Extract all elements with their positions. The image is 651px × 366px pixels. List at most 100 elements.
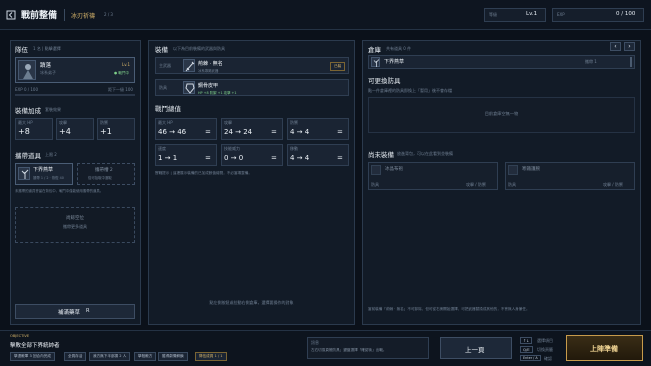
- mode-name: 冰刃祈禱: [71, 13, 96, 20]
- objective-progress-chip: 隊伍成員 1 / 1: [195, 352, 227, 361]
- storage-title: 倉庫: [368, 46, 381, 54]
- objective-chip: 我方無下半部損 2 人: [89, 352, 131, 361]
- exp-bar: [15, 94, 135, 96]
- pickup-title: 可更換防具: [368, 77, 401, 85]
- slot2-name: 攜帶槽 2: [95, 168, 113, 173]
- member-exp-next: 距下一級 100: [108, 87, 133, 92]
- battle-stat-label: 速度: [158, 146, 166, 151]
- key-hint-1: ↑↓: [520, 337, 533, 344]
- equip-subtitle: 以下為目前裝備的武器與防具: [173, 46, 225, 51]
- carry-title: 攜帶道具: [15, 152, 41, 160]
- title-divider: [64, 9, 65, 21]
- battle-stat-equal: =: [205, 154, 211, 162]
- armor-name: 鋼骨皮甲: [198, 83, 219, 89]
- storage-prev-button[interactable]: ‹: [610, 42, 621, 51]
- storage-subtitle: 共有道具 0 件: [386, 46, 412, 51]
- battle-tip: 實戰提示 | 這裡展示裝備的已加成數值總覽，不必當場整備。: [155, 171, 252, 175]
- unequip-item-meta-right: 攻擊 / 防禦: [466, 182, 486, 187]
- objective-text: 擊敗全部下界統帥者: [10, 343, 60, 349]
- battle-stat-equal: =: [337, 154, 343, 162]
- sword-icon: [183, 59, 195, 72]
- unequip-title: 尚未裝備: [368, 151, 394, 159]
- battle-stat-label: 攻擊: [224, 120, 232, 125]
- slot1-meta: 攜帶 1 / 2 · 恢復 40: [33, 176, 64, 180]
- armor-icon: [183, 81, 195, 94]
- herb-icon: [18, 167, 30, 180]
- member-level: Lv.1: [122, 62, 131, 67]
- unequip-subtitle: 放進背包，可以在此看到並裝備: [397, 151, 453, 156]
- battle-stat-label: 技能威力: [224, 146, 240, 151]
- member-name: 蹟落: [40, 63, 52, 69]
- unequip-item-meta-right: 攻擊 / 防禦: [603, 182, 623, 187]
- weapon-desc: 冰系專屬武器: [198, 69, 219, 73]
- supply-key: R: [86, 308, 90, 314]
- message-label: 訊息: [311, 340, 319, 345]
- key-hint-3: Enter / A: [520, 355, 541, 361]
- unequip-item-name: 寒鐵護腕: [522, 167, 540, 172]
- unequip-item-meta: 防具: [508, 182, 516, 187]
- empty-slot-title: 尚餘空位: [66, 216, 84, 221]
- storage-next-button[interactable]: ›: [624, 42, 635, 51]
- exp-label: EXP: [557, 12, 565, 17]
- armor-label: 防具: [159, 85, 167, 90]
- battle-stat-equal: =: [337, 128, 343, 136]
- battle-stat-value: 0 → 0: [224, 154, 244, 162]
- exp-value: 0 / 100: [616, 11, 636, 17]
- battle-title: 戰鬥總值: [155, 105, 181, 113]
- carry-subtitle: 上限 2: [45, 152, 57, 157]
- member-class: 冰系弟子: [40, 70, 56, 75]
- message-text: 左右切換頁籤防具；鍵盤選擇「確認後」出戰。: [311, 348, 387, 352]
- battle-stat-equal: =: [271, 154, 277, 162]
- pickup-empty-text: 目前倉庫空無一物: [484, 111, 519, 116]
- level-value: Lv.1: [526, 11, 538, 17]
- supply-label: 補滿藥草: [58, 310, 81, 316]
- battle-stat-equal: =: [205, 128, 211, 136]
- equip-footer-hint: 點左側按鈕或拉動右側倉庫，選擇要操作的對象: [209, 300, 294, 305]
- page-title: 戰前整備: [21, 11, 58, 21]
- battle-stat-value: 46 → 46: [158, 128, 187, 136]
- scrollbar[interactable]: [630, 57, 632, 67]
- storage-item-meta: 攜帶 1: [585, 59, 597, 64]
- battle-stat-value: 4 → 4: [290, 154, 310, 162]
- battle-stat-label: 最大 HP: [158, 120, 173, 125]
- back-icon[interactable]: [6, 10, 16, 20]
- herb-icon: [371, 57, 380, 67]
- bonus-title: 裝備加成: [15, 107, 41, 115]
- carry-hint: 未攜帶的道具會留在背包中，戰鬥中僅能使用攜帶的道具。: [15, 189, 104, 193]
- bracer-icon: [508, 165, 518, 175]
- battle-stat-value: 1 → 1: [158, 154, 178, 162]
- member-exp: EXP 0 / 100: [15, 87, 39, 92]
- mode-progress: 2 / 3: [104, 12, 113, 17]
- stat-value: +1: [100, 127, 112, 136]
- robe-icon: [371, 165, 381, 175]
- slot2-meta: 從可拾取中選取: [88, 176, 112, 180]
- storage-bottom-hint: 當前裝備「荊棘 · 無名」不可卸除，但可從右側開始選擇，可把武器替換成其他的，不…: [368, 307, 530, 311]
- member-avatar: [18, 60, 36, 80]
- objective-label: OBJECTIVE: [10, 334, 30, 338]
- unequip-item-meta: 防具: [371, 182, 379, 187]
- member-status: ● 戰鬥中: [114, 71, 130, 75]
- stat-value: +8: [18, 127, 30, 136]
- level-label: 等級: [489, 12, 497, 17]
- deploy-label: 上陣準備: [590, 345, 618, 353]
- unequip-item-name: 冰晶布袍: [385, 167, 403, 172]
- squad-subtitle: 1 名 | 點擊選擇: [33, 46, 61, 51]
- battle-stat-label: 防禦: [290, 120, 298, 125]
- weapon-label: 主武器: [159, 63, 171, 68]
- slot1-name: 下界燕草: [33, 167, 54, 173]
- key-hint-3-label: 確認: [544, 356, 552, 361]
- key-hint-2: Q/E: [520, 346, 533, 353]
- stat-label: 攻擊: [59, 120, 67, 125]
- empty-slot-subtitle: 攜帶更多道具: [63, 224, 87, 229]
- stat-label: 防禦: [100, 120, 108, 125]
- equip-title: 裝備: [155, 46, 168, 54]
- squad-title: 隊伍: [15, 46, 28, 54]
- objective-chip: 擊殺敵方: [134, 352, 157, 361]
- battle-stat-value: 24 → 24: [224, 128, 253, 136]
- battle-stat-value: 4 → 4: [290, 128, 310, 136]
- weapon-name: 荊棘 · 無名: [198, 61, 223, 67]
- objective-chip: 獲得劇情解鎖: [158, 352, 188, 361]
- armor-desc: HP +8 防禦 +1 攻擊 +1: [198, 91, 237, 95]
- pickup-subtitle: 點一件倉庫裡的防具即換上「暫用」後不會存檔: [368, 88, 452, 93]
- objective-chip: 全員存活: [64, 352, 87, 361]
